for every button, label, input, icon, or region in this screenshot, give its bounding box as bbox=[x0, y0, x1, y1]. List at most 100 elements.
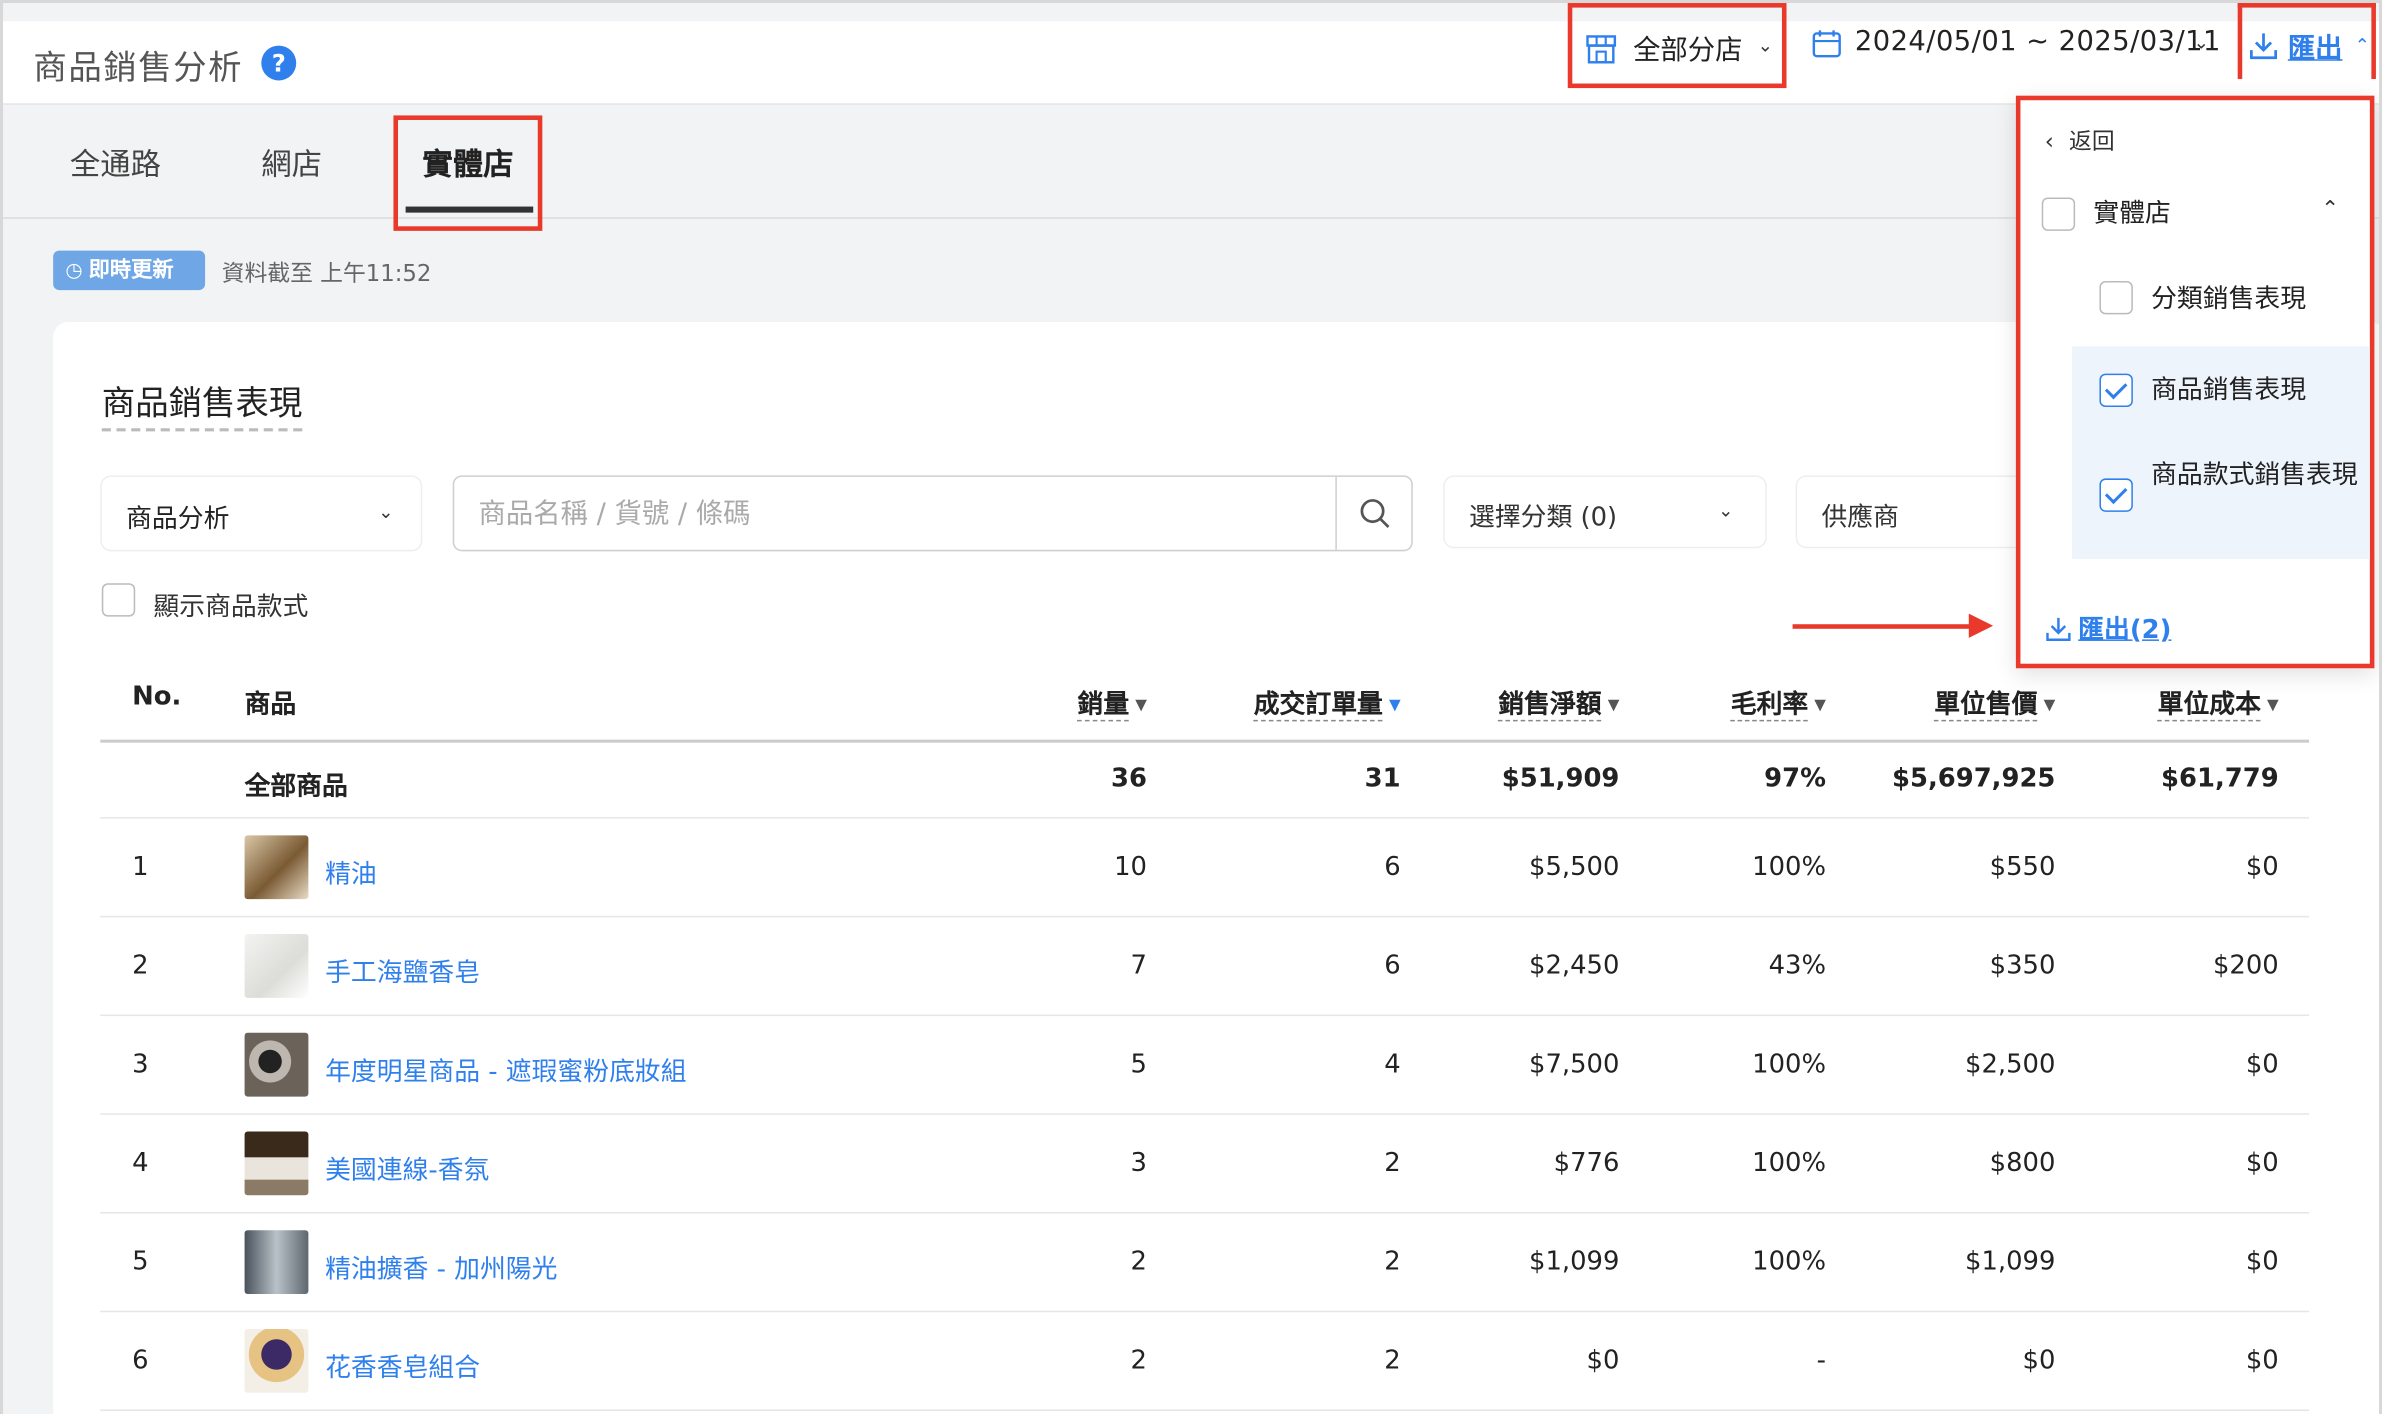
product-thumbnail[interactable] bbox=[244, 835, 309, 900]
export-option[interactable]: 商品銷售表現 bbox=[2072, 346, 2370, 438]
row-net-sales: $7,500 bbox=[1529, 1049, 1620, 1080]
col-header-unit-cost-label: 單位成本 bbox=[2157, 689, 2261, 722]
table-row: 1 精油 10 6 $5,500 100% $550 $0 bbox=[100, 820, 2310, 918]
export-button[interactable]: 匯出 ⌃ bbox=[2237, 3, 2376, 79]
col-header-net-sales-label: 銷售淨額 bbox=[1498, 689, 1602, 722]
sort-icon: ▼ bbox=[1814, 697, 1826, 714]
product-link[interactable]: 花香香皂組合 bbox=[325, 1346, 480, 1383]
col-header-qty[interactable]: 銷量 ▼ bbox=[1077, 682, 1147, 722]
product-link[interactable]: 精油擴香 - 加州陽光 bbox=[325, 1247, 557, 1285]
date-range-label: 2024/05/01 ~ 2025/03/11 bbox=[1854, 25, 2221, 58]
sort-icon: ▼ bbox=[1388, 697, 1401, 714]
row-qty: 5 bbox=[1130, 1049, 1147, 1080]
option-checkbox-checked[interactable] bbox=[2099, 478, 2133, 512]
col-header-unit-cost[interactable]: 單位成本 ▼ bbox=[2157, 682, 2279, 722]
search-button[interactable] bbox=[1335, 476, 1412, 550]
product-thumbnail[interactable] bbox=[244, 1032, 309, 1097]
tab-physical-store[interactable]: 實體店 bbox=[422, 140, 513, 184]
back-label: 返回 bbox=[2069, 127, 2115, 155]
total-orders: 31 bbox=[1364, 763, 1401, 795]
row-unit-price: $0 bbox=[2022, 1345, 2056, 1377]
row-unit-price: $800 bbox=[1989, 1148, 2056, 1179]
row-no: 4 bbox=[132, 1148, 149, 1179]
table-row: 4 美國連線-香氛 3 2 $776 100% $800 $0 bbox=[100, 1116, 2310, 1214]
product-thumbnail[interactable] bbox=[244, 1328, 309, 1393]
product-link[interactable]: 年度明星商品 - 遮瑕蜜粉底妝組 bbox=[325, 1049, 686, 1087]
product-thumbnail[interactable] bbox=[244, 1131, 309, 1196]
row-orders: 2 bbox=[1384, 1246, 1401, 1278]
col-header-qty-label: 銷量 bbox=[1077, 689, 1130, 722]
table-row: 2 手工海鹽香皂 7 6 $2,450 43% $350 $200 bbox=[100, 919, 2310, 1017]
col-header-orders-label: 成交訂單量 bbox=[1253, 689, 1383, 722]
tab-online-store[interactable]: 網店 bbox=[261, 140, 322, 184]
row-margin: 100% bbox=[1752, 852, 1826, 883]
store-filter-dropdown[interactable]: 全部分店 ⌄ bbox=[1567, 3, 1787, 89]
option-checkbox-checked[interactable] bbox=[2099, 373, 2133, 408]
row-no: 3 bbox=[132, 1049, 149, 1080]
analysis-type-dropdown[interactable]: 商品分析 ⌄ bbox=[101, 476, 421, 550]
annotation-arrow-line bbox=[1792, 624, 1972, 629]
total-label: 全部商品 bbox=[244, 771, 348, 802]
sort-icon: ▼ bbox=[2043, 697, 2056, 714]
product-link[interactable]: 手工海鹽香皂 bbox=[325, 951, 480, 988]
back-button[interactable]: ‹ 返回 bbox=[2045, 125, 2115, 157]
total-net-sales: $51,909 bbox=[1501, 763, 1620, 795]
chevron-up-icon: ⌃ bbox=[2321, 197, 2340, 222]
download-icon bbox=[2046, 617, 2071, 641]
row-unit-price: $350 bbox=[1989, 950, 2056, 982]
row-net-sales: $5,500 bbox=[1529, 852, 1620, 883]
row-unit-cost: $0 bbox=[2245, 852, 2279, 883]
history-icon: ◷ bbox=[65, 259, 83, 283]
col-header-margin[interactable]: 毛利率 ▼ bbox=[1730, 682, 1826, 722]
col-header-net-sales[interactable]: 銷售淨額 ▼ bbox=[1498, 682, 1620, 722]
col-header-orders[interactable]: 成交訂單量 ▼ bbox=[1253, 682, 1401, 722]
row-unit-price: $550 bbox=[1989, 852, 2056, 883]
product-search bbox=[452, 475, 1413, 552]
store-filter-label: 全部分店 bbox=[1633, 34, 1743, 67]
row-net-sales: $1,099 bbox=[1529, 1246, 1620, 1278]
row-unit-cost: $0 bbox=[2245, 1049, 2279, 1080]
product-thumbnail[interactable] bbox=[244, 1230, 309, 1295]
category-label: 選擇分類 (0) bbox=[1469, 502, 1618, 534]
col-header-no: No. bbox=[132, 681, 182, 713]
option-label: 商品款式銷售表現 bbox=[2151, 460, 2358, 491]
chevron-left-icon: ‹ bbox=[2044, 127, 2054, 155]
page-title: 商品銷售分析 bbox=[33, 50, 244, 89]
annotation-arrow-head bbox=[1968, 613, 1994, 638]
option-label: 分類銷售表現 bbox=[2151, 284, 2307, 315]
product-search-input[interactable] bbox=[454, 476, 1336, 550]
sort-icon: ▼ bbox=[1607, 697, 1620, 714]
group-label: 實體店 bbox=[2093, 198, 2171, 230]
export-group-physical-store[interactable]: 實體店 ⌃ bbox=[2020, 194, 2369, 240]
export-option[interactable]: 商品款式銷售表現 bbox=[2072, 437, 2370, 559]
export-options-panel: ‹ 返回 實體店 ⌃ 分類銷售表現 商品銷售表現 商品款式銷售表現 匯出(2) bbox=[2015, 95, 2375, 669]
row-orders: 2 bbox=[1384, 1345, 1401, 1377]
table-row: 5 精油擴香 - 加州陽光 2 2 $1,099 100% $1,099 $0 bbox=[100, 1215, 2310, 1313]
tab-all-channels[interactable]: 全通路 bbox=[70, 140, 161, 184]
export-option[interactable]: 分類銷售表現 bbox=[2020, 270, 2369, 331]
show-variants-checkbox[interactable] bbox=[101, 583, 136, 617]
row-net-sales: $0 bbox=[1586, 1345, 1620, 1377]
col-header-unit-price[interactable]: 單位售價 ▼ bbox=[1934, 682, 2056, 722]
chevron-down-icon: ⌄ bbox=[2193, 31, 2209, 54]
row-qty: 3 bbox=[1130, 1148, 1147, 1179]
help-icon[interactable]: ? bbox=[261, 45, 297, 81]
show-variants-label: 顯示商品款式 bbox=[153, 592, 309, 623]
col-header-product: 商品 bbox=[244, 689, 297, 720]
group-checkbox[interactable] bbox=[2041, 197, 2076, 231]
row-no: 5 bbox=[132, 1246, 149, 1278]
row-margin: 100% bbox=[1752, 1246, 1826, 1278]
live-update-badge[interactable]: ◷ 即時更新 bbox=[53, 250, 206, 291]
total-qty: 36 bbox=[1110, 763, 1147, 795]
export-confirm-button[interactable]: 匯出(2) bbox=[2045, 608, 2171, 645]
option-checkbox[interactable] bbox=[2099, 280, 2133, 315]
category-dropdown[interactable]: 選擇分類 (0) ⌄ bbox=[1445, 477, 1766, 547]
row-unit-cost: $0 bbox=[2245, 1148, 2279, 1179]
row-no: 6 bbox=[132, 1345, 149, 1377]
product-link[interactable]: 美國連線-香氛 bbox=[325, 1148, 489, 1186]
product-thumbnail[interactable] bbox=[244, 934, 309, 998]
date-range-picker[interactable]: 2024/05/01 ~ 2025/03/11 ⌄ bbox=[1811, 3, 2221, 88]
calendar-icon bbox=[1812, 30, 1841, 58]
product-link[interactable]: 精油 bbox=[325, 852, 377, 890]
row-margin: - bbox=[1816, 1345, 1826, 1377]
